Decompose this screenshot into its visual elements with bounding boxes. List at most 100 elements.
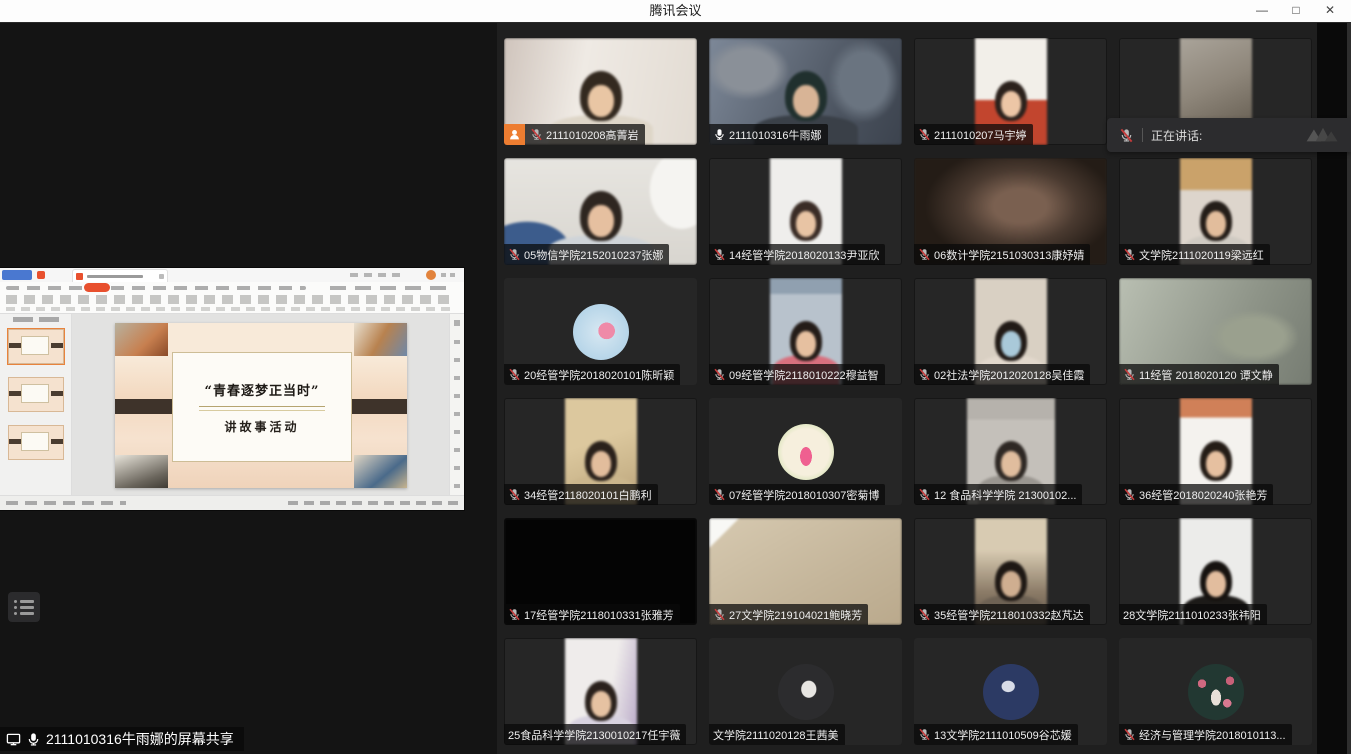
participant-name: 经济与管理学院2018010113...	[1139, 727, 1286, 743]
video-tile[interactable]: 28文学院2111010233张祎阳	[1119, 518, 1312, 625]
video-tile[interactable]: 27文学院219104021鲍晓芳	[709, 518, 902, 625]
slide-ribbon-bar-right	[345, 399, 407, 414]
mic-muted-icon	[918, 128, 931, 141]
mic-muted-icon	[508, 368, 521, 381]
video-tile[interactable]: 02社法学院2012020128吴佳霞	[914, 278, 1107, 385]
video-tile[interactable]: 17经管学院2118010331张雅芳	[504, 518, 697, 625]
current-slide: “青春逐梦正当时” 讲故事活动	[115, 323, 407, 488]
participant-name: 17经管学院2118010331张雅芳	[524, 607, 674, 623]
close-button[interactable]: ✕	[1313, 0, 1347, 22]
video-tile[interactable]: 36经管2018020240张艳芳	[1119, 398, 1312, 505]
wps-ribbon-toolbar	[0, 282, 464, 314]
participant-label: 28文学院2111010233张祎阳	[1119, 604, 1267, 625]
maximize-button[interactable]: □	[1279, 0, 1313, 22]
video-tile[interactable]: 35经管学院2118010332赵芃达	[914, 518, 1107, 625]
shared-screen-preview[interactable]: “青春逐梦正当时” 讲故事活动	[0, 268, 464, 510]
wps-menu-blur	[6, 286, 306, 290]
mic-muted-icon	[918, 368, 931, 381]
participant-name: 09经管学院2118010222穆益智	[729, 367, 879, 383]
slide-photo-bottom-left	[115, 455, 168, 488]
wps-toolbar-icons-blur	[6, 295, 456, 304]
tencent-meeting-logo-icon	[1303, 125, 1343, 145]
slide-thumbnail-1[interactable]	[8, 329, 64, 364]
wps-slide-canvas: “青春逐梦正当时” 讲故事活动	[72, 314, 449, 496]
collapsed-list-toggle[interactable]	[8, 592, 40, 622]
video-tile[interactable]: 25食品科学学院2130010217任宇薇	[504, 638, 697, 745]
video-tile[interactable]: 文学院2111020119梁远红	[1119, 158, 1312, 265]
slide-title-text: “青春逐梦正当时”	[205, 380, 320, 399]
participant-label: 36经管2018020240张艳芳	[1119, 484, 1273, 505]
avatar	[778, 424, 834, 480]
mic-on-icon	[26, 732, 41, 747]
wps-slide-thumbnail-panel	[0, 314, 72, 496]
mic-muted-icon	[1119, 128, 1134, 143]
participant-label: 2111010207马宇婷	[914, 124, 1033, 145]
video-tile[interactable]: 06数计学院2151030313康妤婧	[914, 158, 1107, 265]
participant-name: 02社法学院2012020128吴佳霞	[934, 367, 1084, 383]
wps-window-buttons-blur	[441, 273, 459, 277]
video-tile[interactable]: 07经管学院2018010307密菊博	[709, 398, 902, 505]
participant-label: 12 食品科学学院 21300102...	[914, 484, 1082, 505]
host-badge-icon	[504, 124, 525, 145]
video-tile[interactable]: 11经管 2018020120 谭文静	[1119, 278, 1312, 385]
wps-right-toolbar-blur	[449, 314, 464, 496]
participant-label: 2111010316牛雨娜	[709, 124, 828, 145]
video-tile[interactable]: 2111010208高菁岩	[504, 38, 697, 145]
minimize-button[interactable]: —	[1245, 0, 1279, 22]
slide-subtitle-text: 讲故事活动	[224, 418, 299, 435]
participant-label: 35经管学院2118010332赵芃达	[914, 604, 1090, 625]
video-tile[interactable]: 09经管学院2118010222穆益智	[709, 278, 902, 385]
participant-name: 35经管学院2118010332赵芃达	[934, 607, 1084, 623]
mic-muted-icon	[918, 488, 931, 501]
mic-muted-icon	[508, 248, 521, 261]
meeting-main-area: “青春逐梦正当时” 讲故事活动	[0, 22, 1351, 754]
avatar	[983, 664, 1039, 720]
mic-muted-icon	[713, 488, 726, 501]
mic-muted-icon	[918, 608, 931, 621]
mic-on-icon	[713, 128, 726, 141]
video-tile[interactable]: 20经管学院2018020101陈昕颖	[504, 278, 697, 385]
participant-name: 11经管 2018020120 谭文静	[1139, 367, 1273, 383]
video-tile[interactable]: 34经管2118020101白鹏利	[504, 398, 697, 505]
participant-grid: 2111010208高菁岩 2111010316牛雨娜 2111010207马宇婷 0…	[497, 22, 1351, 754]
participant-label: 17经管学院2118010331张雅芳	[504, 604, 680, 625]
wps-menu-blur2	[330, 286, 450, 290]
video-tile[interactable]: 2111010207马宇婷	[914, 38, 1107, 145]
window-controls: — □ ✕	[1245, 0, 1347, 22]
mic-muted-icon	[713, 248, 726, 261]
participant-name: 25食品科学学院2130010217任宇薇	[508, 727, 680, 743]
video-tile[interactable]: 14经管学院2018020133尹亚欣	[709, 158, 902, 265]
participant-name: 36经管2018020240张艳芳	[1139, 487, 1267, 503]
avatar	[1188, 664, 1244, 720]
participant-name: 07经管学院2018010307密菊博	[729, 487, 879, 503]
video-tile[interactable]: 05物信学院2152010237张娜	[504, 158, 697, 265]
slide-divider-line	[199, 406, 325, 411]
slide-ribbon-bar-left	[115, 399, 177, 414]
wps-workspace: “青春逐梦正当时” 讲故事活动	[0, 314, 464, 496]
video-tile[interactable]: 12 食品科学学院 21300102...	[914, 398, 1107, 505]
divider	[1142, 128, 1143, 142]
participant-name: 14经管学院2018020133尹亚欣	[729, 247, 879, 263]
video-tile[interactable]: 文学院2111020128王茜美	[709, 638, 902, 745]
now-speaking-bar: 正在讲话:	[1107, 118, 1351, 152]
video-tile[interactable]: 经济与管理学院2018010113...	[1119, 638, 1312, 745]
mic-muted-icon	[1123, 368, 1136, 381]
mic-muted-icon	[713, 368, 726, 381]
participant-name: 2111010316牛雨娜	[729, 127, 822, 143]
mic-muted-icon	[713, 608, 726, 621]
slide-thumbnail-2[interactable]	[8, 377, 64, 412]
wps-tab-close-icon	[159, 274, 164, 279]
slide-thumbnail-3[interactable]	[8, 425, 64, 460]
wps-status-left-blur	[6, 501, 126, 505]
participant-label: 34经管2118020101白鹏利	[504, 484, 658, 505]
participant-name: 20经管学院2018020101陈昕颖	[524, 367, 674, 383]
video-tile[interactable]: 13文学院2111010509谷芯媛	[914, 638, 1107, 745]
avatar	[778, 664, 834, 720]
wps-document-tab	[72, 269, 168, 283]
wps-status-bar	[0, 495, 464, 510]
video-tile[interactable]: 2111010316牛雨娜	[709, 38, 902, 145]
avatar	[573, 304, 629, 360]
screen-share-banner-text: 2111010316牛雨娜的屏幕共享	[46, 729, 234, 749]
participant-label: 14经管学院2018020133尹亚欣	[709, 244, 885, 265]
participant-label: 05物信学院2152010237张娜	[504, 244, 669, 265]
